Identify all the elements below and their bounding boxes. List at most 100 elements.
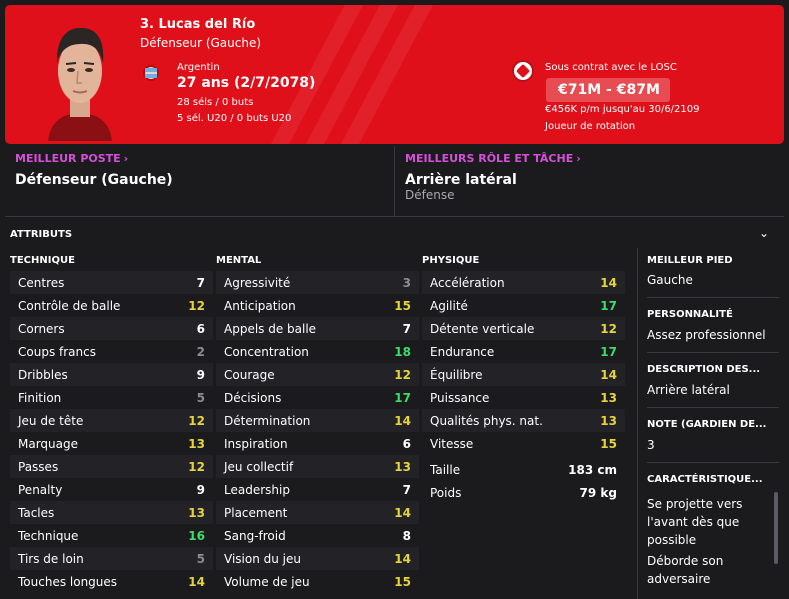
chevron-down-icon[interactable]: ⌄ (759, 226, 769, 240)
attribute-row[interactable]: Jeu de tête 12 (10, 409, 213, 432)
attribute-row[interactable]: Anticipation 15 (216, 294, 419, 317)
attribute-row[interactable]: Courage 12 (216, 363, 419, 386)
divider (647, 297, 779, 298)
attribute-value: 14 (600, 367, 617, 382)
attribute-row[interactable]: Corners 6 (10, 317, 213, 340)
transfer-value-tag[interactable]: €71M - €87M (546, 78, 670, 102)
attribute-row[interactable]: Touches longues 14 (10, 570, 213, 593)
description-label: DESCRIPTION DES... (647, 364, 761, 375)
argentina-flag-icon[interactable] (143, 65, 159, 81)
losc-badge-icon[interactable] (512, 60, 534, 82)
attribute-value: 16 (188, 528, 205, 543)
gk-rating-value: 3 (647, 438, 655, 452)
attribute-label: Coups francs (18, 344, 96, 359)
player-position: Défenseur (Gauche) (140, 36, 262, 50)
player-name: 3. Lucas del Río (140, 17, 256, 32)
height-row: Taille 183 cm (422, 458, 625, 481)
attribute-row[interactable]: Équilibre 14 (422, 363, 625, 386)
attribute-row[interactable]: Vision du jeu 14 (216, 547, 419, 570)
attribute-label: Puissance (430, 390, 490, 405)
attribute-value: 13 (188, 436, 205, 451)
wage-info: €456K p/m jusqu'au 30/6/2109 (545, 104, 700, 115)
attribute-value: 15 (394, 298, 411, 313)
attribute-label: Centres (18, 275, 65, 290)
attribute-row[interactable]: Centres 7 (10, 271, 213, 294)
attribute-label: Équilibre (430, 367, 483, 382)
weight-row: Poids 79 kg (422, 481, 625, 504)
attribute-row[interactable]: Passes 12 (10, 455, 213, 478)
attribute-row[interactable]: Détente verticale 12 (422, 317, 625, 340)
attribute-value: 18 (394, 344, 411, 359)
weight-label: Poids (430, 485, 462, 500)
attribute-value: 12 (600, 321, 617, 336)
attribute-value: 5 (196, 551, 205, 566)
attribute-value: 9 (196, 367, 205, 382)
divider (5, 216, 784, 217)
attribute-label: Tacles (18, 505, 55, 520)
attribute-row[interactable]: Penalty 9 (10, 478, 213, 501)
attribute-row[interactable]: Marquage 13 (10, 432, 213, 455)
attribute-value: 6 (402, 436, 411, 451)
player-trait[interactable]: Déborde son adversaire (647, 552, 767, 588)
attribute-row[interactable]: Leadership 7 (216, 478, 419, 501)
attribute-label: Courage (224, 367, 275, 382)
attribute-row[interactable]: Appels de balle 7 (216, 317, 419, 340)
attribute-row[interactable]: Placement 14 (216, 501, 419, 524)
attribute-row[interactable]: Décisions 17 (216, 386, 419, 409)
traits-scrollbar[interactable] (774, 492, 778, 564)
contract-club[interactable]: Sous contrat avec le LOSC (545, 62, 677, 73)
attribute-value: 15 (600, 436, 617, 451)
attribute-value: 13 (394, 459, 411, 474)
attribute-label: Jeu de tête (18, 413, 84, 428)
divider (647, 462, 779, 463)
attribute-row[interactable]: Accélération 14 (422, 271, 625, 294)
attribute-row[interactable]: Sang-froid 8 (216, 524, 419, 547)
attributes-title: ATTRIBUTS (10, 229, 73, 240)
attribute-value: 7 (402, 321, 411, 336)
best-position-value: Défenseur (Gauche) (15, 172, 173, 188)
attribute-row[interactable]: Endurance 17 (422, 340, 625, 363)
attribute-value: 8 (402, 528, 411, 543)
attribute-row[interactable]: Jeu collectif 13 (216, 455, 419, 478)
attribute-value: 12 (188, 298, 205, 313)
chevron-right-icon: › (123, 152, 129, 165)
attribute-label: Détente verticale (430, 321, 535, 336)
international-caps: 28 séls / 0 buts (177, 97, 254, 108)
attribute-row[interactable]: Contrôle de balle 12 (10, 294, 213, 317)
attribute-label: Anticipation (224, 298, 296, 313)
attribute-value: 17 (600, 344, 617, 359)
nationality[interactable]: Argentin (177, 62, 220, 73)
best-position-link[interactable]: MEILLEUR POSTE › (15, 152, 128, 165)
player-trait[interactable]: Se projette vers l'avant dès que possibl… (647, 495, 767, 549)
attribute-row[interactable]: Finition 5 (10, 386, 213, 409)
attribute-row[interactable]: Puissance 13 (422, 386, 625, 409)
attribute-label: Inspiration (224, 436, 288, 451)
attribute-row[interactable]: Agilité 17 (422, 294, 625, 317)
attribute-row[interactable]: Tacles 13 (10, 501, 213, 524)
attribute-row[interactable]: Détermination 14 (216, 409, 419, 432)
attribute-label: Agilité (430, 298, 468, 313)
attribute-row[interactable]: Coups francs 2 (10, 340, 213, 363)
divider (637, 248, 638, 599)
attribute-row[interactable]: Qualités phys. nat. 13 (422, 409, 625, 432)
attribute-value: 14 (394, 505, 411, 520)
divider (647, 352, 779, 353)
attribute-row[interactable]: Agressivité 3 (216, 271, 419, 294)
mental-attributes: Agressivité 3 Anticipation 15 Appels de ball… (216, 271, 419, 593)
attribute-label: Vision du jeu (224, 551, 301, 566)
best-role-link[interactable]: MEILLEURS RÔLE ET TÂCHE › (405, 152, 581, 165)
attribute-label: Placement (224, 505, 288, 520)
attribute-value: 7 (402, 482, 411, 497)
weight-value: 79 kg (579, 485, 617, 500)
attribute-row[interactable]: Concentration 18 (216, 340, 419, 363)
attribute-label: Accélération (430, 275, 505, 290)
attribute-row[interactable]: Vitesse 15 (422, 432, 625, 455)
attribute-row[interactable]: Inspiration 6 (216, 432, 419, 455)
attribute-row[interactable]: Technique 16 (10, 524, 213, 547)
attribute-label: Marquage (18, 436, 79, 451)
attribute-row[interactable]: Tirs de loin 5 (10, 547, 213, 570)
height-label: Taille (430, 462, 461, 477)
attribute-row[interactable]: Dribbles 9 (10, 363, 213, 386)
attribute-label: Agressivité (224, 275, 291, 290)
attribute-row[interactable]: Volume de jeu 15 (216, 570, 419, 593)
